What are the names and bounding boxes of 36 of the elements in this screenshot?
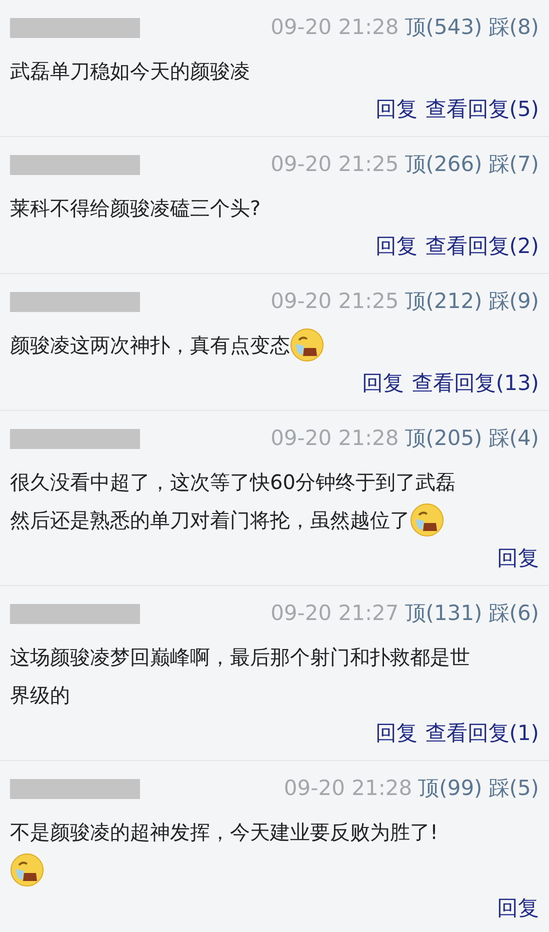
comment-time: 09-20 21:28 bbox=[284, 775, 412, 802]
reply-link[interactable]: 回复 bbox=[375, 718, 418, 750]
downvote-link[interactable]: 踩(4) bbox=[488, 423, 539, 455]
downvote-link[interactable]: 踩(8) bbox=[488, 12, 539, 44]
view-replies-link[interactable]: 查看回复(13) bbox=[412, 368, 539, 400]
downvote-link[interactable]: 踩(9) bbox=[488, 286, 539, 318]
comment-text: 这场颜骏凌梦回巅峰啊，最后那个射门和扑救都是世 bbox=[10, 644, 470, 671]
upvote-link[interactable]: 顶(99) bbox=[418, 773, 482, 805]
downvote-link[interactable]: 踩(6) bbox=[488, 598, 539, 630]
reply-link[interactable]: 回复 bbox=[375, 94, 418, 126]
comment-text: 颜骏凌这两次神扑，真有点变态 bbox=[10, 332, 290, 359]
comment-time: 09-20 21:28 bbox=[270, 425, 399, 452]
comment-time: 09-20 21:25 bbox=[270, 288, 399, 316]
reply-link[interactable]: 回复 bbox=[497, 893, 539, 925]
downvote-link[interactable]: 踩(7) bbox=[488, 149, 539, 181]
comment-time: 09-20 21:28 bbox=[270, 14, 399, 42]
comment-time: 09-20 21:27 bbox=[270, 600, 399, 628]
comment-text: 莱科不得给颜骏凌磕三个头? bbox=[10, 195, 261, 222]
view-replies-link[interactable]: 查看回复(1) bbox=[425, 718, 539, 750]
upvote-link[interactable]: 顶(266) bbox=[404, 149, 482, 181]
upvote-link[interactable]: 顶(205) bbox=[404, 423, 482, 455]
reply-link[interactable]: 回复 bbox=[497, 543, 539, 575]
downvote-link[interactable]: 踩(5) bbox=[488, 773, 539, 805]
view-replies-link[interactable]: 查看回复(5) bbox=[425, 94, 539, 126]
view-replies-link[interactable]: 查看回复(2) bbox=[425, 231, 539, 263]
comment-text: 然后还是熟悉的单刀对着门将抡，虽然越位了 bbox=[10, 507, 410, 534]
reply-link[interactable]: 回复 bbox=[375, 231, 418, 263]
upvote-link[interactable]: 顶(212) bbox=[404, 286, 482, 318]
comment-text: 不是颜骏凌的超神发挥，今天建业要反败为胜了! bbox=[10, 819, 438, 846]
comment-text: 很久没看中超了，这次等了快60分钟终于到了武磊 bbox=[10, 469, 456, 496]
comment-text: 武磊单刀稳如今天的颜骏凌 bbox=[10, 58, 250, 85]
comment-text: 界级的 bbox=[10, 682, 70, 709]
reply-link[interactable]: 回复 bbox=[362, 368, 404, 400]
comment-time: 09-20 21:25 bbox=[270, 151, 399, 178]
upvote-link[interactable]: 顶(131) bbox=[404, 598, 482, 630]
upvote-link[interactable]: 顶(543) bbox=[404, 12, 482, 44]
